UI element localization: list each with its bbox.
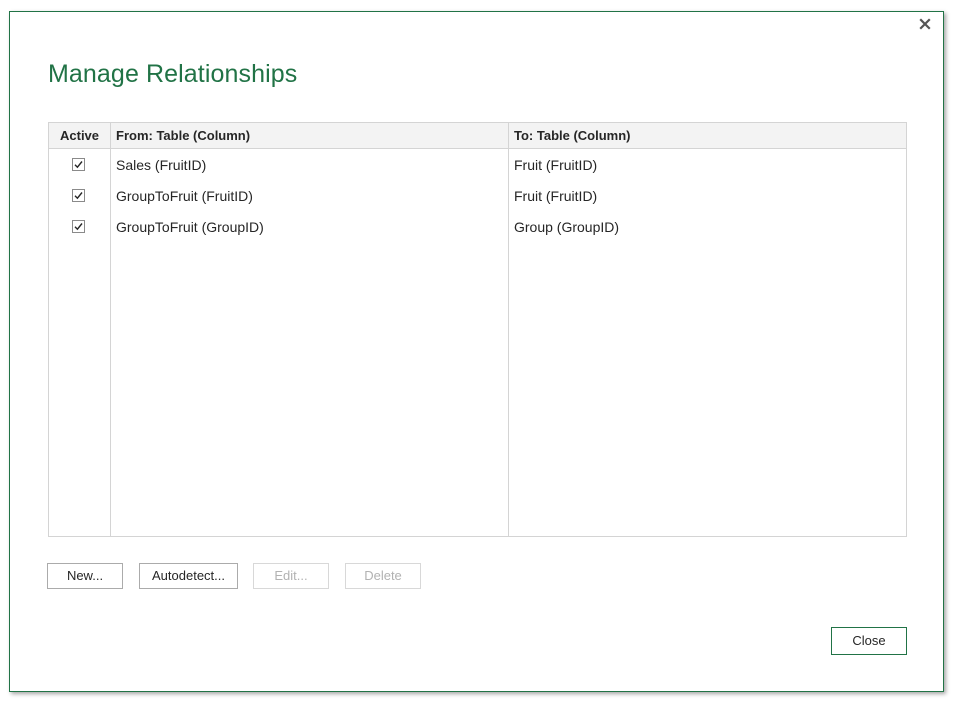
grid-header: Active From: Table (Column) To: Table (C… [49,123,906,149]
active-checkbox[interactable] [72,158,85,171]
table-row[interactable]: GroupToFruit (GroupID) Group (GroupID) [49,212,906,243]
manage-relationships-dialog: Manage Relationships Active From: Table … [9,11,944,692]
checkmark-icon [74,192,83,200]
column-header-to[interactable]: To: Table (Column) [514,123,631,148]
active-checkbox[interactable] [72,189,85,202]
column-header-from[interactable]: From: Table (Column) [116,123,250,148]
active-checkbox[interactable] [72,220,85,233]
from-cell: GroupToFruit (GroupID) [116,219,264,235]
from-cell: GroupToFruit (FruitID) [116,188,253,204]
close-button[interactable]: Close [831,627,907,655]
column-header-active[interactable]: Active [60,123,99,148]
relationships-grid: Active From: Table (Column) To: Table (C… [48,122,907,537]
to-cell: Fruit (FruitID) [514,188,598,204]
to-cell: Group (GroupID) [514,219,620,235]
checkmark-icon [74,223,83,231]
dialog-title: Manage Relationships [48,60,298,88]
close-icon[interactable] [917,18,933,34]
edit-button[interactable]: Edit... [253,563,329,589]
table-row[interactable]: GroupToFruit (FruitID) Fruit (FruitID) [49,181,906,212]
from-cell: Sales (FruitID) [116,157,207,173]
delete-button[interactable]: Delete [345,563,421,589]
autodetect-button[interactable]: Autodetect... [139,563,238,589]
new-button[interactable]: New... [47,563,123,589]
to-cell: Fruit (FruitID) [514,157,598,173]
checkmark-icon [74,161,83,169]
table-row[interactable]: Sales (FruitID) Fruit (FruitID) [49,150,906,181]
